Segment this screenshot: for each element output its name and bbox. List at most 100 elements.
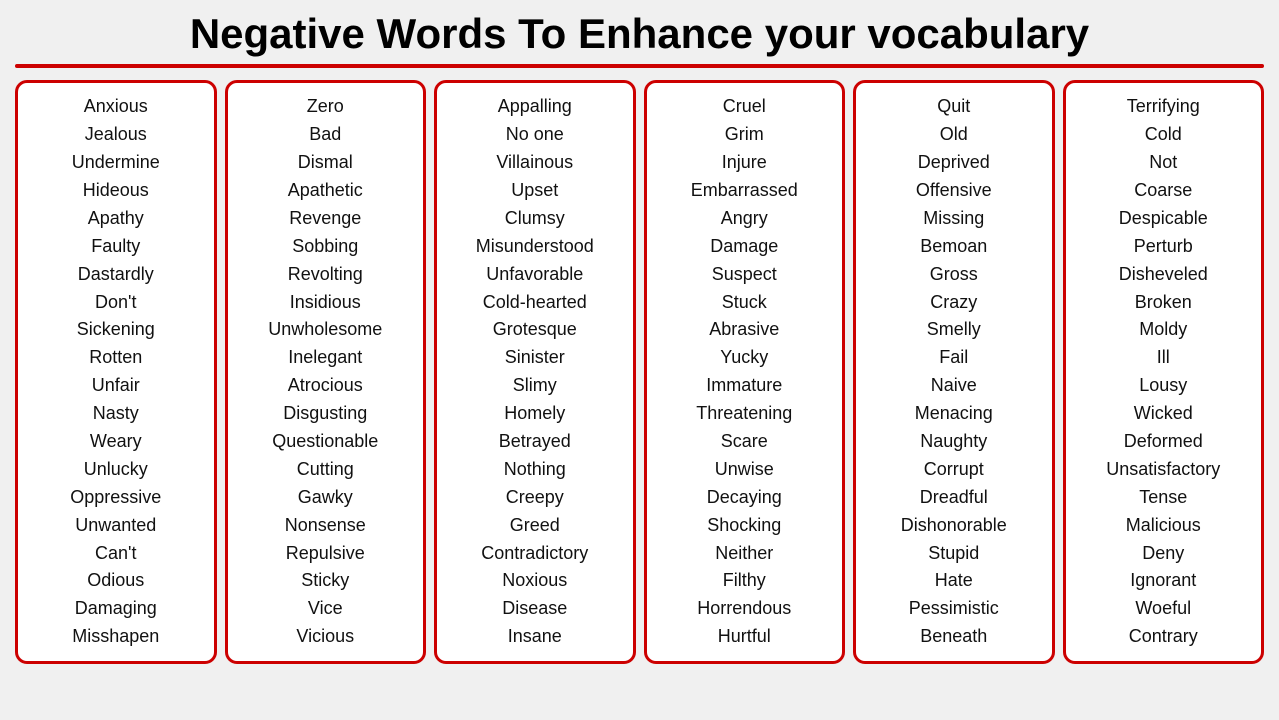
word-item: Pessimistic (909, 595, 999, 623)
word-item: Deny (1142, 540, 1184, 568)
word-item: Wicked (1134, 400, 1193, 428)
column-2: ZeroBadDismalApatheticRevengeSobbingRevo… (225, 80, 427, 664)
word-item: Beneath (920, 623, 987, 651)
word-item: Rotten (89, 344, 142, 372)
column-1: AnxiousJealousUndermineHideousApathyFaul… (15, 80, 217, 664)
word-item: Sobbing (292, 233, 358, 261)
word-item: Terrifying (1127, 93, 1200, 121)
word-item: Corrupt (924, 456, 984, 484)
word-item: Sticky (301, 567, 349, 595)
word-item: Naughty (920, 428, 987, 456)
word-item: Lousy (1139, 372, 1187, 400)
word-item: Oppressive (70, 484, 161, 512)
word-item: Unwanted (75, 512, 156, 540)
word-item: Apathetic (288, 177, 363, 205)
word-item: Damage (710, 233, 778, 261)
word-item: Anxious (84, 93, 148, 121)
word-item: Disheveled (1119, 261, 1208, 289)
word-item: Upset (511, 177, 558, 205)
word-item: Misshapen (72, 623, 159, 651)
word-item: Noxious (502, 567, 567, 595)
word-item: Odious (87, 567, 144, 595)
word-item: Ill (1157, 344, 1170, 372)
word-item: Decaying (707, 484, 782, 512)
word-item: Quit (937, 93, 970, 121)
word-item: Bemoan (920, 233, 987, 261)
word-item: Stupid (928, 540, 979, 568)
word-item: Filthy (723, 567, 766, 595)
word-item: Homely (504, 400, 565, 428)
word-item: Coarse (1134, 177, 1192, 205)
word-item: Appalling (498, 93, 572, 121)
word-item: Angry (721, 205, 768, 233)
word-item: Naive (931, 372, 977, 400)
word-item: Malicious (1126, 512, 1201, 540)
word-item: Unfair (92, 372, 140, 400)
word-item: Apathy (88, 205, 144, 233)
word-item: Disgusting (283, 400, 367, 428)
word-item: Deformed (1124, 428, 1203, 456)
word-item: Betrayed (499, 428, 571, 456)
word-item: Shocking (707, 512, 781, 540)
word-item: Injure (722, 149, 767, 177)
word-item: Don't (95, 289, 136, 317)
word-item: Tense (1139, 484, 1187, 512)
word-item: Grim (725, 121, 764, 149)
word-item: Abrasive (709, 316, 779, 344)
word-item: Nasty (93, 400, 139, 428)
word-item: Creepy (506, 484, 564, 512)
word-item: Grotesque (493, 316, 577, 344)
word-item: Can't (95, 540, 136, 568)
word-item: Jealous (85, 121, 147, 149)
word-item: Dismal (298, 149, 353, 177)
word-item: Cold-hearted (483, 289, 587, 317)
word-item: Ignorant (1130, 567, 1196, 595)
word-item: Not (1149, 149, 1177, 177)
page-title: Negative Words To Enhance your vocabular… (15, 10, 1264, 58)
word-item: Menacing (915, 400, 993, 428)
title-underline (15, 64, 1264, 68)
word-item: Hurtful (718, 623, 771, 651)
word-item: Inelegant (288, 344, 362, 372)
word-item: Despicable (1119, 205, 1208, 233)
word-item: Cutting (297, 456, 354, 484)
word-item: Atrocious (288, 372, 363, 400)
columns-container: AnxiousJealousUndermineHideousApathyFaul… (15, 80, 1264, 664)
word-item: Embarrassed (691, 177, 798, 205)
word-item: Slimy (513, 372, 557, 400)
word-item: Deprived (918, 149, 990, 177)
word-item: Revolting (288, 261, 363, 289)
word-item: Repulsive (286, 540, 365, 568)
word-item: Missing (923, 205, 984, 233)
word-item: Smelly (927, 316, 981, 344)
word-item: Weary (90, 428, 142, 456)
word-item: Revenge (289, 205, 361, 233)
word-item: Stuck (722, 289, 767, 317)
column-3: AppallingNo oneVillainousUpsetClumsyMisu… (434, 80, 636, 664)
word-item: Contradictory (481, 540, 588, 568)
word-item: Unlucky (84, 456, 148, 484)
word-item: Sinister (505, 344, 565, 372)
word-item: Hideous (83, 177, 149, 205)
word-item: Threatening (696, 400, 792, 428)
word-item: Crazy (930, 289, 977, 317)
word-item: Undermine (72, 149, 160, 177)
word-item: Questionable (272, 428, 378, 456)
word-item: Dreadful (920, 484, 988, 512)
word-item: Cruel (723, 93, 766, 121)
word-item: Suspect (712, 261, 777, 289)
word-item: Unwise (715, 456, 774, 484)
word-item: Bad (309, 121, 341, 149)
word-item: Nothing (504, 456, 566, 484)
word-item: Neither (715, 540, 773, 568)
word-item: Contrary (1129, 623, 1198, 651)
word-item: Villainous (496, 149, 573, 177)
word-item: Immature (706, 372, 782, 400)
word-item: No one (506, 121, 564, 149)
word-item: Dastardly (78, 261, 154, 289)
word-item: Misunderstood (476, 233, 594, 261)
word-item: Dishonorable (901, 512, 1007, 540)
word-item: Broken (1135, 289, 1192, 317)
word-item: Fail (939, 344, 968, 372)
word-item: Moldy (1139, 316, 1187, 344)
